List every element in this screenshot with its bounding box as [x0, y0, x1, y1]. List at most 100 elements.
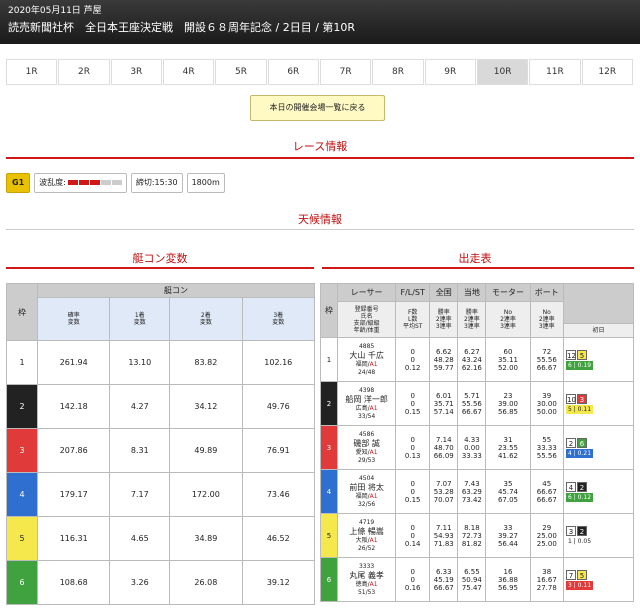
boat-con-value: 49.76 — [241, 384, 316, 429]
local-rates-line: 75.47 — [461, 583, 482, 592]
boat-con-value: 8.31 — [109, 428, 171, 473]
entry-row: 5 4719 上條 暢嵩 大阪/A1 26/52 0 0 0.14 7.11 54.93 71.83… — [320, 513, 634, 558]
racer-class: A1 — [369, 360, 378, 368]
day1-result: 264 | 0.21 — [563, 425, 634, 470]
motor-stats-line: 39.00 — [497, 399, 518, 408]
wave-segment — [67, 180, 78, 185]
racer-name[interactable]: 前田 将太 — [338, 483, 395, 493]
motor-stats-line: 23 — [503, 391, 513, 400]
result-course-chip: 2 — [577, 525, 587, 536]
motor-stats-line: 56.85 — [497, 407, 518, 416]
motor-stats-line: 45.74 — [497, 487, 518, 496]
boat-stats-line: 66.67 — [536, 363, 557, 372]
boat-stats-line: 25.00 — [536, 539, 557, 548]
race-tab-11[interactable]: 11R — [529, 59, 581, 85]
motor-stats-line: 16 — [503, 567, 513, 576]
boat-stats-line: 16.67 — [536, 575, 557, 584]
boat-stats-line: 25.00 — [536, 531, 557, 540]
race-tab-12[interactable]: 12R — [581, 59, 633, 85]
waku-number: 6 — [6, 560, 38, 605]
motor-stats-line: 36.88 — [497, 575, 518, 584]
entry-subheader: No 2連率 3連率 — [485, 301, 531, 338]
entry-table: 枠レーサー F/L/ST 全国 当地 モーター ボート 登録番号 氏名 支部/級級 年齢/… — [320, 283, 634, 602]
race-tab-6[interactable]: 6R — [267, 59, 319, 85]
back-to-venues-button[interactable]: 本日の開催会場一覧に戻る — [250, 95, 385, 121]
result-course-chip: 5 — [577, 349, 587, 360]
boat-con-group-header: 艇コン — [37, 283, 315, 298]
waku-number: 4 — [320, 469, 338, 514]
section-entry: 出走表 — [458, 252, 492, 265]
motor-stats-line: 67.05 — [497, 495, 518, 504]
racer-class: A1 — [369, 448, 378, 456]
racer-cell: 4719 上條 暢嵩 大阪/A1 26/52 — [336, 513, 397, 558]
fl-st-line: 0 — [410, 523, 415, 532]
racer-branch-class: 福岡/A1 — [338, 361, 395, 369]
fl-st-line: 0 — [410, 443, 415, 452]
local-rates-line: 72.73 — [461, 531, 482, 540]
result-course-chip: 3 — [577, 393, 587, 404]
boat-stats: 55 33.33 55.56 — [529, 425, 565, 470]
motor-stats-line: 35 — [503, 479, 513, 488]
racer-cell: 4586 磯部 誠愛知/A1 29/53 — [336, 425, 397, 470]
entry-subheader: No 2連率 3連率 — [529, 301, 565, 338]
racer-cell: 4398 船岡 洋一郎 広島/A1 33/54 — [336, 381, 397, 426]
fl-st-line: 0 — [410, 567, 415, 576]
motor-stats-line: 33 — [503, 523, 513, 532]
motor-stats-line: 23.55 — [497, 443, 518, 452]
motor-stats-line: 56.44 — [497, 539, 518, 548]
local-rates-line: 55.56 — [461, 399, 482, 408]
motor-stats-line: 39.27 — [497, 531, 518, 540]
race-tab-3[interactable]: 3R — [110, 59, 162, 85]
waku-number: 2 — [6, 384, 38, 429]
local-rates: 6.55 50.94 75.47 — [457, 557, 487, 602]
boat-stats-line: 30.00 — [536, 399, 557, 408]
race-tab-10[interactable]: 10R — [476, 59, 529, 85]
entry-row: 6 3333 丸尾 義孝 徳島/A1 51/53 0 0 0.16 6.33 45.19 66.67… — [320, 557, 634, 602]
national-rates-line: 70.07 — [433, 495, 454, 504]
race-tab-9[interactable]: 9R — [424, 59, 476, 85]
race-tab-1[interactable]: 1R — [6, 59, 58, 85]
result-course-chip: 2 — [577, 481, 587, 492]
boat-stats-line: 50.00 — [536, 407, 557, 416]
entry-column-header: ボート — [529, 283, 565, 302]
boat-con-value: 4.65 — [109, 516, 171, 561]
racer-name[interactable]: 上條 暢嵩 — [338, 527, 395, 537]
fl-st-line: 0 — [410, 399, 415, 408]
racer-name[interactable]: 磯部 誠 — [338, 439, 395, 449]
motor-stats: 35 45.74 67.05 — [485, 469, 531, 514]
fl-st-line: 0 — [410, 347, 415, 356]
fl-st-line: 0 — [410, 575, 415, 584]
racer-cell: 4885 大山 千広 福岡/A1 24/48 — [336, 337, 397, 382]
fl-st-line: 0 — [410, 487, 415, 496]
national-rates-line: 6.01 — [435, 391, 452, 400]
national-rates: 6.62 48.28 59.77 — [429, 337, 459, 382]
result-finish-st: 1 | 0.05 — [566, 536, 594, 546]
result-race-number: 4 — [566, 481, 576, 492]
section-divider — [6, 157, 634, 159]
result-finish-st: 6 | 0.12 — [566, 492, 594, 502]
local-rates-line: 8.18 — [464, 523, 480, 532]
race-tab-7[interactable]: 7R — [319, 59, 372, 85]
boat-con-value: 3.26 — [109, 560, 171, 605]
race-tab-2[interactable]: 2R — [58, 59, 110, 85]
fl-st-line: 0.15 — [404, 495, 421, 504]
racer-age-weight: 51/53 — [357, 588, 376, 596]
result-header-blank — [563, 283, 634, 324]
race-tab-5[interactable]: 5R — [215, 59, 267, 85]
racer-branch-class: 愛知/A1 — [338, 449, 395, 457]
racer-name[interactable]: 丸尾 義孝 — [338, 571, 395, 581]
boat-stats-line: 55.56 — [536, 451, 557, 460]
boat-con-value: 73.46 — [241, 472, 316, 517]
race-tab-4[interactable]: 4R — [162, 59, 215, 85]
entry-row: 4 4504 前田 将太 福岡/A1 32/56 0 0 0.15 7.07 53.28 70.07… — [320, 469, 634, 514]
racer-name[interactable]: 大山 千広 — [338, 351, 395, 361]
fl-st: 0 0 0.15 — [395, 469, 431, 514]
racer-name[interactable]: 船岡 洋一郎 — [338, 395, 395, 405]
racer-branch: 福岡/ — [355, 360, 370, 368]
boat-stats: 29 25.00 25.00 — [529, 513, 565, 558]
entry-column-header: モーター — [485, 283, 531, 302]
motor-stats: 60 35.11 52.00 — [485, 337, 531, 382]
racer-class: A1 — [369, 492, 378, 500]
motor-stats: 23 39.00 56.85 — [485, 381, 531, 426]
race-tab-8[interactable]: 8R — [372, 59, 424, 85]
